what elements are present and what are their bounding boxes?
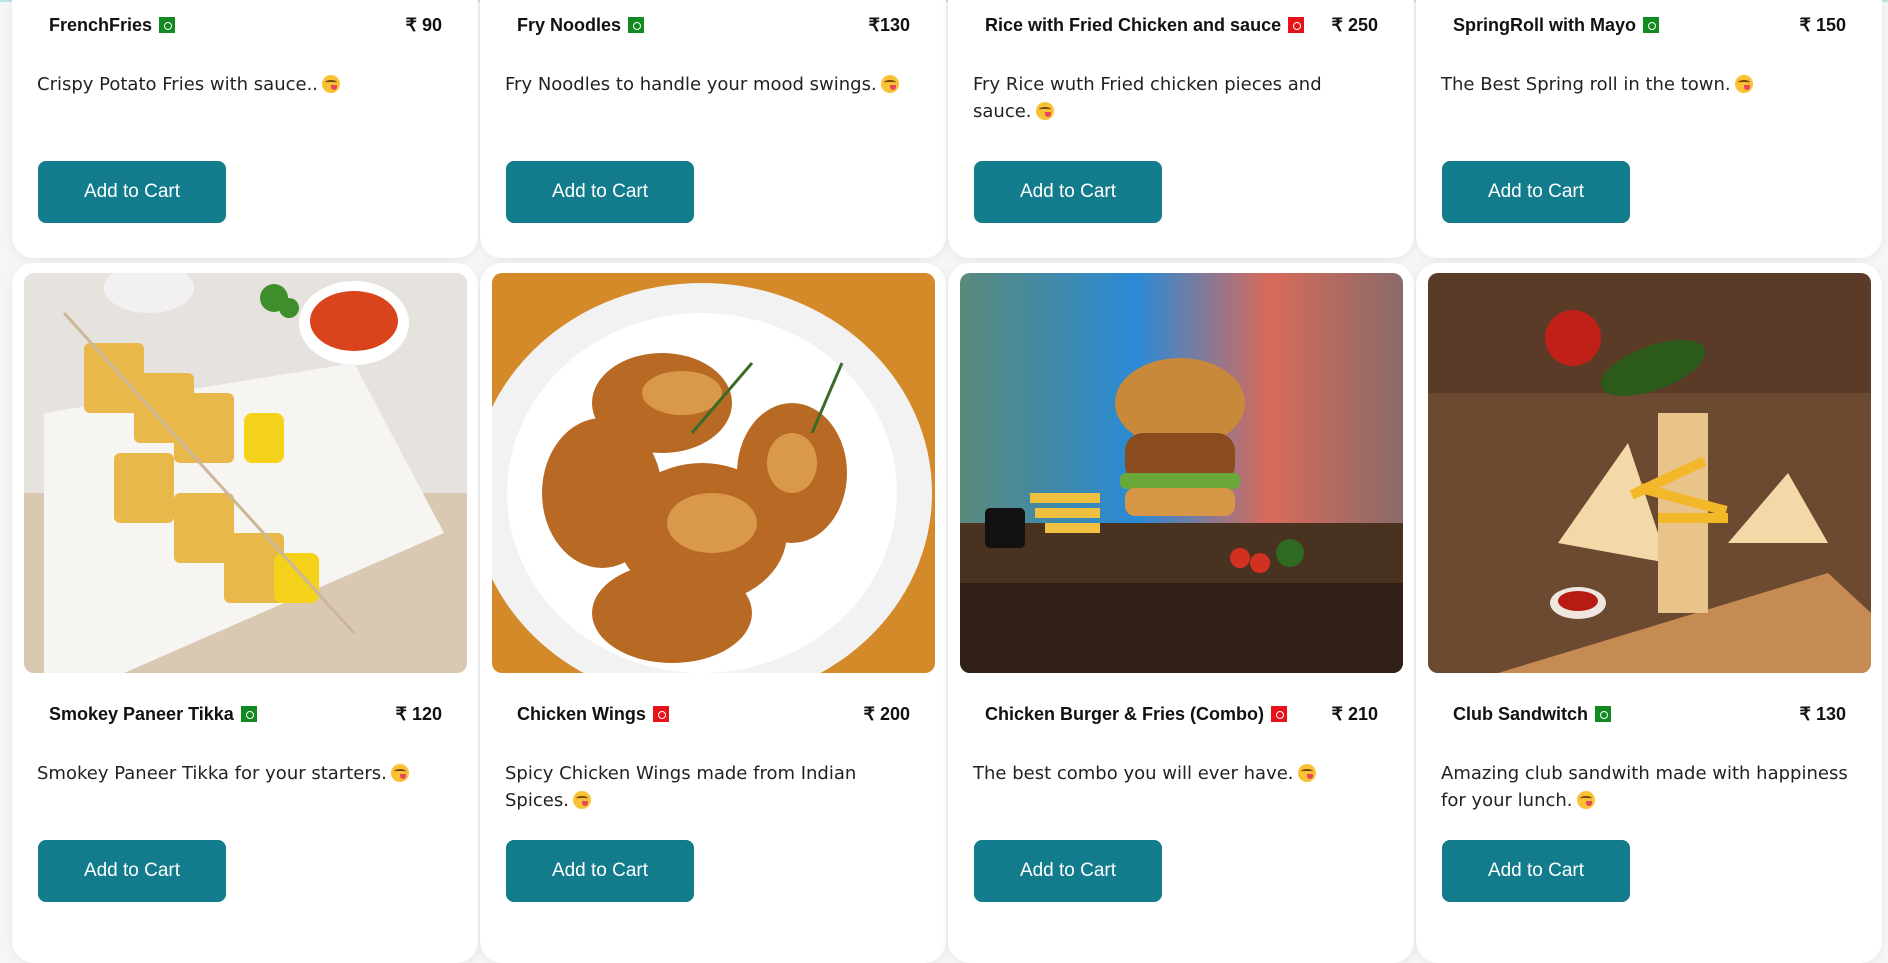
club-sandwich-image (1428, 273, 1871, 673)
item-description-text: Spicy Chicken Wings made from Indian Spi… (505, 763, 857, 811)
yum-emoji-icon (1035, 102, 1054, 120)
item-description: Fry Noodles to handle your mood swings. (505, 71, 916, 98)
card-header: FrenchFries ₹ 90 (49, 13, 442, 37)
yum-emoji-icon (1734, 75, 1753, 93)
yum-emoji-icon (1297, 764, 1316, 782)
item-price: ₹ 210 (1331, 703, 1379, 724)
menu-card: Chicken Burger & Fries (Combo) ₹ 210 The… (948, 263, 1414, 963)
item-name: Fry Noodles (517, 14, 622, 35)
item-description: Amazing club sandwith made with happines… (1441, 760, 1852, 814)
item-description: The Best Spring roll in the town. (1441, 71, 1852, 98)
menu-grid: FrenchFries ₹ 90 Crispy Potato Fries wit… (12, 0, 1888, 963)
veg-indicator-icon (1643, 17, 1659, 33)
non-veg-indicator-icon (1288, 17, 1305, 33)
item-name: FrenchFries (49, 14, 153, 35)
card-header: Club Sandwitch ₹ 130 (1453, 702, 1846, 726)
yum-emoji-icon (322, 75, 341, 93)
veg-indicator-icon (628, 17, 645, 33)
item-description: Smokey Paneer Tikka for your starters. (37, 760, 448, 787)
item-price: ₹ 90 (405, 14, 442, 35)
menu-card: Smokey Paneer Tikka ₹ 120 Smokey Paneer … (12, 263, 478, 963)
item-description: Spicy Chicken Wings made from Indian Spi… (505, 760, 916, 814)
item-name: Smokey Paneer Tikka (49, 703, 234, 724)
item-name: SpringRoll with Mayo (1453, 14, 1636, 35)
item-description-text: The Best Spring roll in the town. (1441, 74, 1731, 95)
yum-emoji-icon (572, 791, 591, 809)
item-description: Fry Rice wuth Fried chicken pieces and s… (973, 71, 1384, 125)
veg-indicator-icon (240, 706, 257, 722)
item-name: Club Sandwitch (1453, 703, 1588, 724)
card-header: Smokey Paneer Tikka ₹ 120 (49, 702, 442, 726)
item-description-text: The best combo you will ever have. (973, 763, 1294, 784)
item-price: ₹ 200 (863, 703, 911, 724)
menu-card: SpringRoll with Mayo ₹ 150 The Best Spri… (1416, 0, 1882, 258)
item-description-text: Fry Noodles to handle your mood swings. (505, 74, 877, 95)
veg-indicator-icon (1595, 706, 1611, 722)
menu-card: FrenchFries ₹ 90 Crispy Potato Fries wit… (12, 0, 478, 258)
card-header: SpringRoll with Mayo ₹ 150 (1453, 13, 1846, 37)
card-header: Rice with Fried Chicken and sauce ₹ 250 (985, 13, 1378, 37)
item-description-text: Crispy Potato Fries with sauce.. (37, 74, 319, 95)
yum-emoji-icon (880, 75, 899, 93)
card-header: Chicken Burger & Fries (Combo) ₹ 210 (985, 702, 1378, 726)
card-header: Chicken Wings ₹ 200 (517, 702, 910, 726)
item-description-text: Smokey Paneer Tikka for your starters. (37, 763, 387, 784)
add-to-cart-button[interactable]: Add to Cart (974, 840, 1162, 902)
item-name: Chicken Wings (517, 703, 646, 724)
item-price: ₹ 250 (1331, 14, 1379, 35)
chicken-wings-image (492, 273, 935, 673)
item-price: ₹130 (868, 14, 910, 35)
item-price: ₹ 130 (1799, 703, 1847, 724)
yum-emoji-icon (1576, 791, 1595, 809)
card-header: Fry Noodles ₹130 (517, 13, 910, 37)
item-description: The best combo you will ever have. (973, 760, 1384, 787)
yum-emoji-icon (390, 764, 409, 782)
paneer-tikka-image (24, 273, 467, 673)
menu-card: Fry Noodles ₹130 Fry Noodles to handle y… (480, 0, 946, 258)
add-to-cart-button[interactable]: Add to Cart (1442, 161, 1630, 223)
add-to-cart-button[interactable]: Add to Cart (506, 161, 694, 223)
add-to-cart-button[interactable]: Add to Cart (1442, 840, 1630, 902)
add-to-cart-button[interactable]: Add to Cart (974, 161, 1162, 223)
item-description-text: Amazing club sandwith made with happines… (1441, 763, 1848, 811)
menu-card: Club Sandwitch ₹ 130 Amazing club sandwi… (1416, 263, 1882, 963)
item-description: Crispy Potato Fries with sauce.. (37, 71, 448, 98)
non-veg-indicator-icon (652, 706, 669, 722)
burger-combo-image (960, 273, 1403, 673)
add-to-cart-button[interactable]: Add to Cart (38, 840, 226, 902)
non-veg-indicator-icon (1271, 706, 1288, 722)
item-description-text: Fry Rice wuth Fried chicken pieces and s… (973, 74, 1322, 122)
add-to-cart-button[interactable]: Add to Cart (38, 161, 226, 223)
item-name: Chicken Burger & Fries (Combo) (985, 703, 1265, 724)
item-price: ₹ 120 (395, 703, 443, 724)
menu-card: Rice with Fried Chicken and sauce ₹ 250 … (948, 0, 1414, 258)
menu-card: Chicken Wings ₹ 200 Spicy Chicken Wings … (480, 263, 946, 963)
veg-indicator-icon (159, 17, 176, 33)
add-to-cart-button[interactable]: Add to Cart (506, 840, 694, 902)
item-name: Rice with Fried Chicken and sauce (985, 14, 1282, 35)
item-price: ₹ 150 (1799, 14, 1847, 35)
